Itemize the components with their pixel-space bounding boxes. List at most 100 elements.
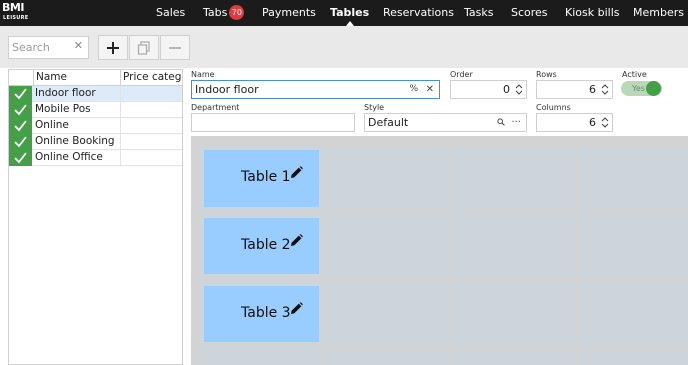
search-icon[interactable] [497,114,505,131]
nav-members-label: Members [633,6,684,19]
translate-icon[interactable]: % [409,81,418,98]
nav-payments[interactable]: Payments [262,0,316,26]
department-label: Department [191,103,240,112]
list-item[interactable]: Mobile Pos [9,102,182,118]
plus-icon [107,42,119,54]
order-value: 0 [503,83,510,96]
edit-pencil-icon[interactable] [290,166,303,179]
floor-list: Name Price category Indoor floor Mobile … [8,69,183,365]
nav-sales[interactable]: Sales [156,0,185,26]
list-item[interactable]: Online Booking [9,134,182,150]
row-price-category [120,102,182,118]
nav-members[interactable]: Members [633,0,684,26]
logo-subtext: LEISURE [3,15,29,21]
grid-cell[interactable] [577,145,688,211]
checkmark-icon [14,120,27,132]
nav-reservations[interactable]: Reservations [383,0,454,26]
copy-button[interactable] [129,35,159,60]
column-header-name[interactable]: Name [33,70,120,86]
row-checkbox[interactable] [9,102,32,118]
search-clear-icon[interactable]: ✕ [74,39,83,52]
search-box: ✕ [8,36,89,59]
nav-reservations-label: Reservations [383,6,454,19]
grid-cell[interactable] [577,349,688,365]
grid-cell[interactable] [452,349,575,365]
grid-cell[interactable] [452,213,575,279]
add-button[interactable] [98,35,128,60]
grid-cell[interactable] [326,281,450,347]
row-price-category [120,86,182,102]
edit-pencil-icon[interactable] [290,234,303,247]
toggle-knob [646,81,661,96]
table-layout-grid: Table 1 Table 2 Table 3 [191,136,688,365]
list-item[interactable]: Online Office [9,150,182,166]
grid-cell[interactable] [452,145,575,211]
nav-kiosk-bills[interactable]: Kiosk bills [565,0,619,26]
grid-cell[interactable] [577,213,688,279]
more-options-icon[interactable]: ··· [511,114,521,131]
minus-icon [169,47,181,49]
row-price-category [120,134,182,150]
row-name: Mobile Pos [35,103,91,115]
list-item[interactable]: Online [9,118,182,134]
nav-tables[interactable]: Tables [330,0,369,26]
table-name: Table 1 [241,169,291,185]
columns-value: 6 [589,116,596,129]
checkmark-icon [14,104,27,116]
grid-cell[interactable] [326,145,450,211]
grid-cell[interactable] [200,349,324,365]
row-name: Online Office [35,151,103,163]
tabs-count-badge: 70 [229,5,245,20]
columns-stepper[interactable]: 6 [536,113,613,132]
row-checkbox[interactable] [9,150,32,166]
table-card[interactable]: Table 1 [204,150,319,207]
active-toggle[interactable]: Yes [621,81,662,96]
table-name: Table 3 [241,305,291,321]
columns-label: Columns [536,103,571,112]
active-toggle-label: Yes [632,84,645,93]
nav-scores[interactable]: Scores [511,0,548,26]
style-select[interactable]: Default ··· [364,113,527,132]
name-field-value: Indoor floor [195,83,259,96]
column-header-price-category[interactable]: Price category [120,70,182,86]
delete-button[interactable] [160,35,190,60]
nav-scores-label: Scores [511,6,548,19]
row-checkbox[interactable] [9,86,32,102]
grid-cell[interactable] [577,281,688,347]
row-name: Indoor floor [35,87,96,99]
grid-cell[interactable] [452,281,575,347]
nav-tasks-label: Tasks [464,6,494,19]
nav-tables-label: Tables [330,6,370,19]
row-name: Online Booking [35,135,115,147]
table-card[interactable]: Table 3 [204,286,319,342]
toolbar: ✕ [0,26,688,68]
rows-stepper[interactable]: 6 [536,80,613,99]
nav-payments-label: Payments [262,6,316,19]
search-input[interactable] [9,37,71,58]
order-stepper[interactable]: 0 [450,80,527,99]
grid-cell[interactable] [326,213,450,279]
name-field[interactable]: Indoor floor % ✕ [191,80,440,99]
rows-label: Rows [536,70,557,79]
table-name: Table 2 [241,237,291,253]
rows-spinner-icon[interactable] [601,82,609,97]
logo-text: BMI [2,1,24,14]
name-label: Name [191,70,215,79]
order-label: Order [450,70,473,79]
table-card[interactable]: Table 2 [204,218,319,274]
edit-pencil-icon[interactable] [290,302,303,315]
top-navigation-bar: BMI LEISURE Sales Tabs 70 Payments Tables… [0,0,688,26]
order-spinner-icon[interactable] [515,82,523,97]
active-label: Active [622,70,647,79]
department-field[interactable] [191,113,355,132]
grid-cell[interactable] [326,349,450,365]
columns-spinner-icon[interactable] [601,115,609,130]
nav-tabs[interactable]: Tabs 70 [203,0,245,26]
nav-tasks[interactable]: Tasks [464,0,493,26]
row-checkbox[interactable] [9,134,32,150]
row-checkbox[interactable] [9,118,32,134]
clear-icon[interactable]: ✕ [426,81,434,98]
list-item[interactable]: Indoor floor [9,86,182,102]
checkmark-icon [14,152,27,164]
row-name: Online [35,119,69,131]
